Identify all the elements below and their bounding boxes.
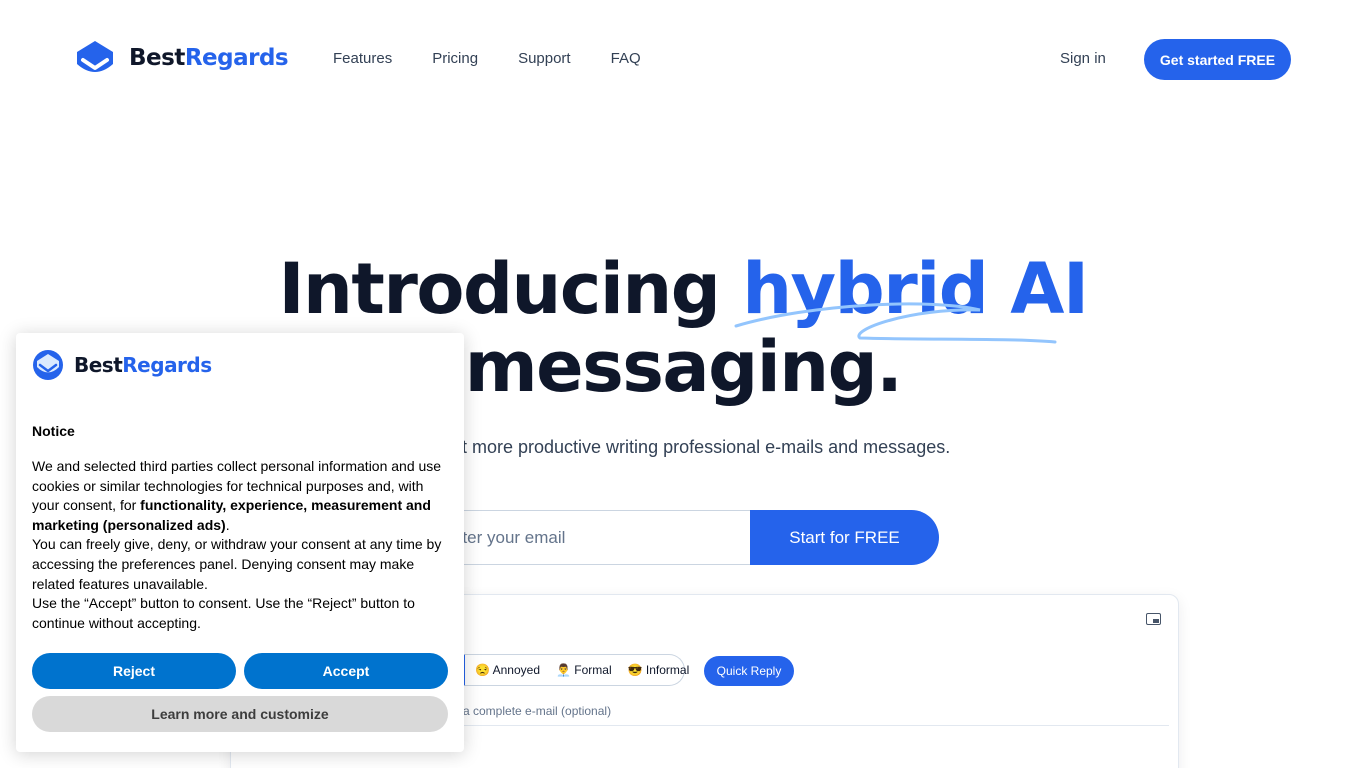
nav-item-pricing[interactable]: Pricing — [432, 50, 478, 67]
notice-paragraph-1-end: . — [225, 516, 230, 533]
bestregards-logo-icon — [33, 350, 63, 380]
demo-input-hint: a complete e-mail (optional) — [463, 704, 612, 718]
cookie-brand-name-part2: Regards — [122, 353, 212, 377]
start-free-button[interactable]: Start for FREE — [750, 510, 939, 565]
cookie-brand-name: BestRegards — [74, 353, 212, 377]
tone-formal[interactable]: 👨‍💼 Formal — [556, 663, 612, 677]
notice-title: Notice — [32, 423, 75, 439]
notice-paragraph-3: Use the “Accept” button to consent. Use … — [32, 595, 415, 631]
quick-reply-button[interactable]: Quick Reply — [704, 656, 794, 686]
bestregards-logo-icon — [77, 41, 113, 72]
nav-item-features[interactable]: Features — [333, 50, 392, 67]
hero-subtitle: t more productive writing professional e… — [462, 437, 951, 457]
brand-name-part1: Best — [129, 45, 185, 71]
notice-paragraph-1: We and selected third parties collect pe… — [32, 457, 448, 535]
nav-item-faq[interactable]: FAQ — [611, 50, 641, 67]
site-header: BestRegards Features Pricing Support FAQ… — [0, 0, 1366, 120]
tone-selector: 😒 Annoyed 👨‍💼 Formal 😎 Informal — [463, 654, 689, 686]
reject-button[interactable]: Reject — [32, 653, 236, 689]
signup-form: Start for FREE — [430, 510, 940, 565]
cookie-brand-name-part1: Best — [74, 353, 123, 377]
cookie-brand-logo: BestRegards — [32, 349, 212, 381]
notice-body: We and selected third parties collect pe… — [32, 457, 448, 633]
notice-paragraph-2: You can freely give, deny, or withdraw y… — [32, 536, 442, 592]
main-nav: Features Pricing Support FAQ — [333, 50, 641, 67]
picture-in-picture-icon[interactable] — [1146, 613, 1161, 625]
accept-button[interactable]: Accept — [244, 653, 448, 689]
tone-informal[interactable]: 😎 Informal — [628, 663, 690, 677]
hero-title-part1: Introducing — [278, 248, 743, 330]
brand-name-part2: Regards — [184, 45, 289, 71]
underline-squiggle-decoration — [734, 302, 1057, 344]
cookie-consent-dialog: BestRegards Notice We and selected third… — [16, 333, 464, 752]
get-started-button[interactable]: Get started FREE — [1144, 39, 1291, 80]
learn-more-customize-button[interactable]: Learn more and customize — [32, 696, 448, 732]
brand-logo[interactable]: BestRegards — [75, 40, 289, 76]
brand-name: BestRegards — [129, 45, 289, 71]
tone-annoyed[interactable]: 😒 Annoyed — [475, 663, 540, 677]
email-input[interactable] — [430, 510, 752, 565]
sign-in-link[interactable]: Sign in — [1060, 50, 1106, 67]
demo-divider — [463, 725, 1169, 726]
nav-item-support[interactable]: Support — [518, 50, 571, 67]
